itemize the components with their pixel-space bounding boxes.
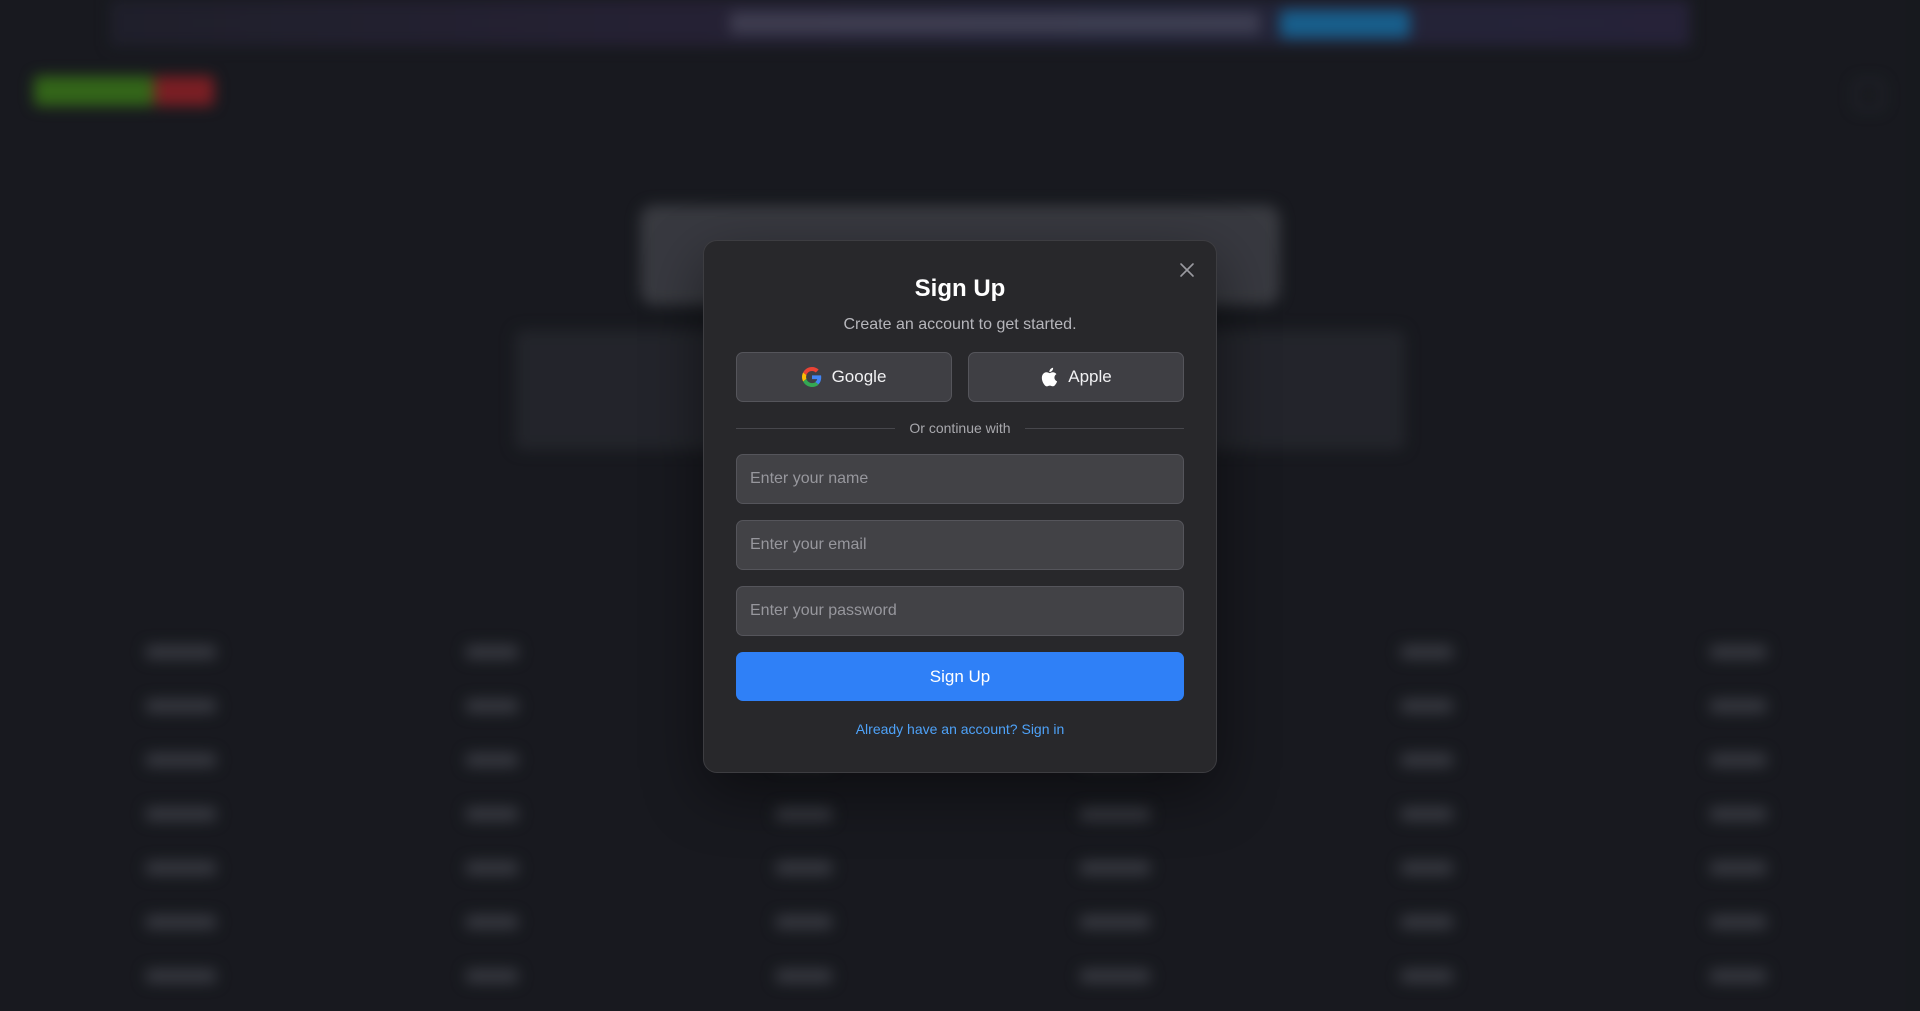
divider-line-left bbox=[736, 427, 896, 429]
apple-signin-button[interactable]: Apple bbox=[968, 352, 1184, 402]
apple-logo-icon bbox=[1042, 367, 1058, 387]
modal-title: Sign Up bbox=[914, 275, 1006, 302]
signin-link[interactable]: Already have an account? Sign in bbox=[704, 721, 1216, 737]
divider-line-right bbox=[1024, 427, 1185, 429]
modal-subtitle: Create an account to get started. bbox=[843, 316, 1077, 333]
apple-button-label: Apple bbox=[1068, 367, 1112, 386]
google-signin-button[interactable]: Google bbox=[736, 352, 952, 402]
name-input[interactable] bbox=[736, 454, 1184, 504]
or-divider: Or continue with bbox=[736, 419, 1185, 437]
google-button-label: Google bbox=[831, 367, 887, 386]
signup-submit-button[interactable]: Sign Up bbox=[736, 652, 1184, 701]
password-input[interactable] bbox=[736, 586, 1184, 636]
email-input[interactable] bbox=[736, 520, 1184, 570]
divider-text: Or continue with bbox=[909, 420, 1011, 436]
signup-modal: Sign Up Create an account to get started… bbox=[703, 240, 1217, 773]
google-logo-icon bbox=[801, 367, 821, 387]
page: Sign Up Create an account to get started… bbox=[0, 0, 1920, 1011]
